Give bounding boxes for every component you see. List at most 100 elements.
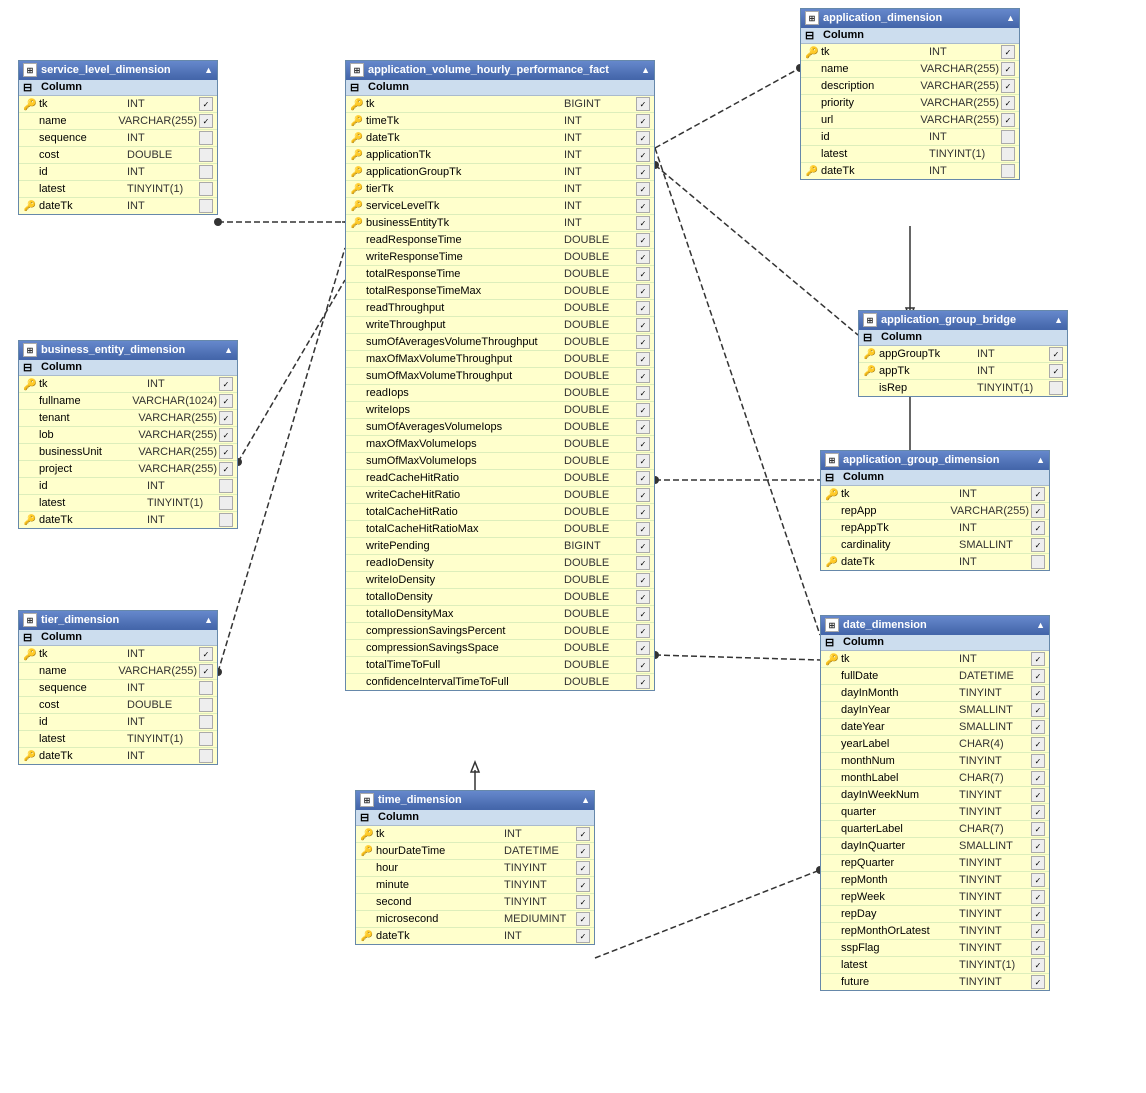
fk-icon: 🔑 [350,182,364,196]
col-check-empty [199,182,213,196]
col-header-label-date_dimension: Column [843,636,1045,649]
table-row: maxOfMaxVolumeThroughputDOUBLE✓ [346,351,654,368]
col-header-label-application_volume_hourly_performance_fact: Column [368,81,650,94]
col-type: DOUBLE [564,234,634,246]
table-row: 🔑appGroupTkINT✓ [859,346,1067,363]
col-check: ✓ [636,301,650,315]
empty-icon [23,394,37,408]
col-name: confidenceIntervalTimeToFull [366,676,562,688]
col-type: DOUBLE [564,302,634,314]
col-name: repApp [841,505,948,517]
empty-icon [23,411,37,425]
col-name: dateTk [841,556,957,568]
col-name: url [821,114,918,126]
empty-icon [360,878,374,892]
table-row: tenantVARCHAR(255)✓ [19,410,237,427]
col-name: repMonth [841,874,957,886]
empty-icon [825,924,839,938]
col-name: latest [39,497,145,509]
col-name: tk [821,46,927,58]
col-type: DOUBLE [564,676,634,688]
table-row: quarterLabelCHAR(7)✓ [821,821,1049,838]
fk-icon: 🔑 [350,165,364,179]
table-row: 🔑dateTkINT✓ [356,928,594,944]
empty-icon [825,504,839,518]
table-row: monthLabelCHAR(7)✓ [821,770,1049,787]
col-name: totalResponseTimeMax [366,285,562,297]
col-check: ✓ [636,165,650,179]
table-row: sumOfMaxVolumeThroughputDOUBLE✓ [346,368,654,385]
col-header-application_group_dimension: ⊟Column [821,470,1049,486]
fk-icon: 🔑 [863,347,877,361]
empty-icon [805,96,819,110]
empty-icon [825,975,839,989]
table-row: 🔑dateTkINT [19,748,217,764]
table-icon-tier_dimension: ⊞ [23,613,37,627]
table-row: writePendingBIGINT✓ [346,538,654,555]
col-check: ✓ [576,895,590,909]
col-header-application_dimension: ⊟Column [801,28,1019,44]
col-name: totalIoDensity [366,591,562,603]
col-name: id [39,480,145,492]
fk-icon: 🔑 [805,164,819,178]
sort-icon-time_dimension: ▲ [581,795,590,805]
col-name: writePending [366,540,562,552]
table-row: nameVARCHAR(255)✓ [19,663,217,680]
col-check: ✓ [1031,703,1045,717]
table-row: 🔑tkINT✓ [356,826,594,843]
col-check: ✓ [636,352,650,366]
col-name: totalCacheHitRatioMax [366,523,562,535]
table-title-application_group_bridge: application_group_bridge [881,314,1016,326]
col-name: tk [841,653,957,665]
empty-icon [350,556,364,570]
empty-icon [350,420,364,434]
col-check: ✓ [1031,720,1045,734]
col-name: second [376,896,502,908]
col-type: DOUBLE [564,472,634,484]
fk-icon: 🔑 [350,148,364,162]
col-type: TINYINT [959,891,1029,903]
col-name: project [39,463,136,475]
sort-icon-application_group_dimension: ▲ [1036,455,1045,465]
col-check: ✓ [576,912,590,926]
table-row: totalCacheHitRatioDOUBLE✓ [346,504,654,521]
col-name: totalTimeToFull [366,659,562,671]
empty-icon [825,703,839,717]
col-type: DOUBLE [564,251,634,263]
col-check: ✓ [219,428,233,442]
col-type: DOUBLE [564,455,634,467]
col-check: ✓ [1001,113,1015,127]
col-check: ✓ [1031,822,1045,836]
empty-icon [825,538,839,552]
empty-icon [805,130,819,144]
col-check: ✓ [636,114,650,128]
col-type: TINYINT [959,976,1029,988]
col-check: ✓ [199,647,213,661]
col-name: id [821,131,927,143]
col-check: ✓ [1049,347,1063,361]
table-row: quarterTINYINT✓ [821,804,1049,821]
col-name: sumOfMaxVolumeThroughput [366,370,562,382]
col-name: fullDate [841,670,957,682]
col-type: DOUBLE [564,506,634,518]
col-header-application_group_bridge: ⊟Column [859,330,1067,346]
col-check: ✓ [636,386,650,400]
fk-icon: 🔑 [350,114,364,128]
table-row: repMonthTINYINT✓ [821,872,1049,889]
col-check: ✓ [1001,79,1015,93]
col-name: cost [39,149,125,161]
col-type: VARCHAR(255) [920,80,999,92]
col-name: compressionSavingsPercent [366,625,562,637]
col-header-time_dimension: ⊟Column [356,810,594,826]
col-type: DOUBLE [564,608,634,620]
table-row: 🔑applicationGroupTkINT✓ [346,164,654,181]
table-row: latestTINYINT(1) [19,181,217,198]
col-type: INT [977,348,1047,360]
table-row: idINT [801,129,1019,146]
empty-icon [23,428,37,442]
col-type: BIGINT [564,540,634,552]
empty-icon [23,479,37,493]
empty-icon [350,403,364,417]
empty-icon [825,686,839,700]
col-name: dayInYear [841,704,957,716]
